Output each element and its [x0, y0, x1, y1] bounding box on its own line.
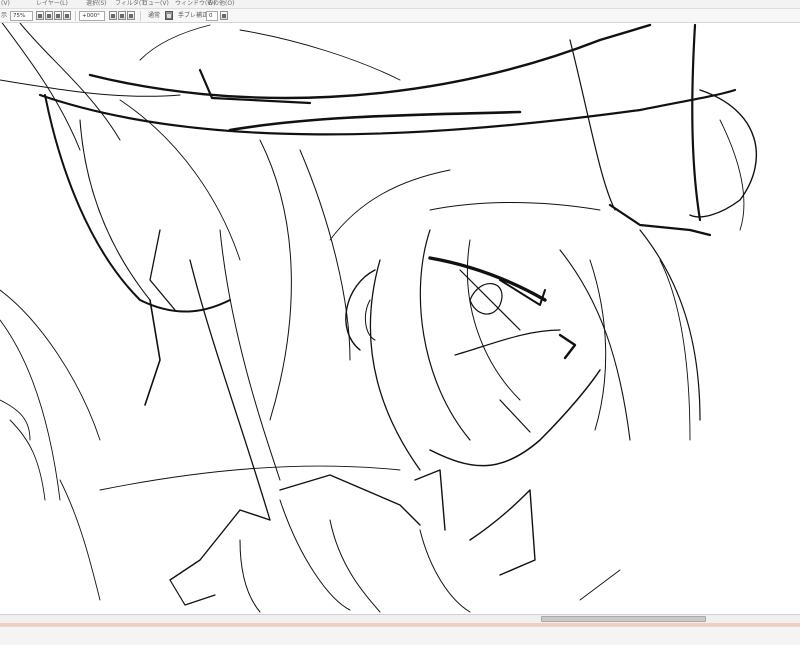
hat-right-edge-stroke: [691, 23, 702, 222]
stabilizer-label: 手ブレ補正: [178, 12, 209, 19]
sketch-artwork: [0, 23, 757, 613]
rotation-field[interactable]: +000°: [79, 11, 105, 21]
rotate-reset-button[interactable]: [127, 11, 135, 20]
eye-lash-stroke: [499, 279, 546, 306]
cheek-stroke: [499, 399, 531, 433]
sketch-line: [0, 399, 31, 441]
zoom-in-button[interactable]: [45, 11, 53, 20]
hair-stroke: [589, 259, 607, 431]
rotate-right-icon: [120, 13, 124, 18]
rotate-left-icon: [111, 13, 115, 18]
hair-stroke: [559, 249, 631, 441]
menu-bar: (V) レイヤー(L) 選択(S) フィルタ(T) ビュー(V) ウィンドウ(W…: [0, 0, 800, 9]
menu-item-view[interactable]: ビュー(V): [142, 0, 169, 8]
body-stroke: [279, 499, 351, 611]
chevron-down-icon: [222, 13, 226, 18]
body-stroke: [419, 529, 471, 613]
sketch-line: [239, 29, 401, 81]
collar-left-stroke: [169, 579, 216, 606]
bow-tail-stroke: [149, 229, 176, 311]
toolbar-divider: [75, 11, 76, 21]
collar-left-stroke: [169, 509, 271, 581]
sketch-line: [19, 23, 121, 141]
scrollbar-thumb[interactable]: [541, 616, 706, 622]
sketch-line: [0, 289, 101, 441]
blend-mode-select[interactable]: 通常: [148, 11, 160, 21]
zoom-fit-button[interactable]: [54, 11, 62, 20]
collar-right-stroke: [469, 489, 536, 576]
zoom-field[interactable]: 75%: [10, 11, 33, 21]
hat-fold-stroke: [608, 203, 712, 237]
sketch-line: [329, 169, 451, 241]
collar-stroke: [414, 469, 446, 531]
flip-icon: [167, 13, 171, 18]
status-bar: [0, 626, 800, 645]
minus-icon: [38, 13, 42, 18]
hair-stroke: [369, 259, 421, 471]
body-stroke: [329, 519, 381, 613]
collar-stroke: [279, 474, 421, 526]
toolbar-divider: [140, 11, 141, 21]
fit-icon: [56, 13, 60, 18]
eye-iris-stroke: [469, 283, 503, 315]
stabilizer-field[interactable]: 0: [206, 11, 218, 21]
sketch-line: [139, 24, 211, 61]
stabilizer-dropdown-button[interactable]: [220, 11, 228, 20]
hat-right-curl-stroke: [689, 89, 757, 218]
plus-icon: [47, 13, 51, 18]
hair-stroke: [219, 229, 281, 481]
hat-crease-stroke: [569, 39, 616, 211]
sketch-line: [429, 202, 601, 211]
sketch-line: [579, 569, 621, 601]
tool-options-bar: 示 75% +000° 通常 手ブレ補正 0: [0, 9, 800, 23]
sketch-line: [9, 419, 46, 501]
rotate-reset-icon: [129, 13, 133, 18]
reset-icon: [65, 13, 69, 18]
menu-item-select[interactable]: 選択(S): [86, 0, 107, 8]
zoom-reset-button[interactable]: [63, 11, 71, 20]
eye-slash-stroke: [459, 269, 521, 331]
horizontal-scrollbar[interactable]: [0, 614, 800, 623]
hair-stroke: [299, 149, 351, 361]
zoom-out-button[interactable]: [36, 11, 44, 20]
hair-stroke: [259, 139, 292, 421]
menu-item-partial[interactable]: (V): [1, 0, 10, 8]
eye-lower-stroke: [454, 329, 561, 356]
hair-stroke: [467, 239, 521, 401]
body-stroke: [239, 539, 261, 613]
bow-inner-stroke: [79, 119, 151, 301]
hat-top-stroke: [88, 23, 652, 100]
menu-item-other[interactable]: その他(O): [207, 0, 234, 8]
rotate-right-button[interactable]: [118, 11, 126, 20]
sketch-line: [119, 99, 241, 261]
flip-view-button[interactable]: [165, 11, 173, 20]
view-label: 示: [1, 12, 8, 19]
sketch-line: [0, 319, 61, 501]
sketch-line: [719, 119, 745, 231]
hair-stroke: [639, 229, 701, 421]
bow-knot-stroke: [144, 299, 161, 406]
menu-item-layer[interactable]: レイヤー(L): [36, 0, 68, 8]
drawing-canvas[interactable]: [0, 23, 800, 614]
rotate-left-button[interactable]: [109, 11, 117, 20]
eye-upper-stroke: [428, 256, 547, 302]
sketch-line: [59, 479, 101, 601]
eye-shadow-stroke: [558, 333, 577, 360]
face-jaw-stroke: [429, 369, 601, 467]
